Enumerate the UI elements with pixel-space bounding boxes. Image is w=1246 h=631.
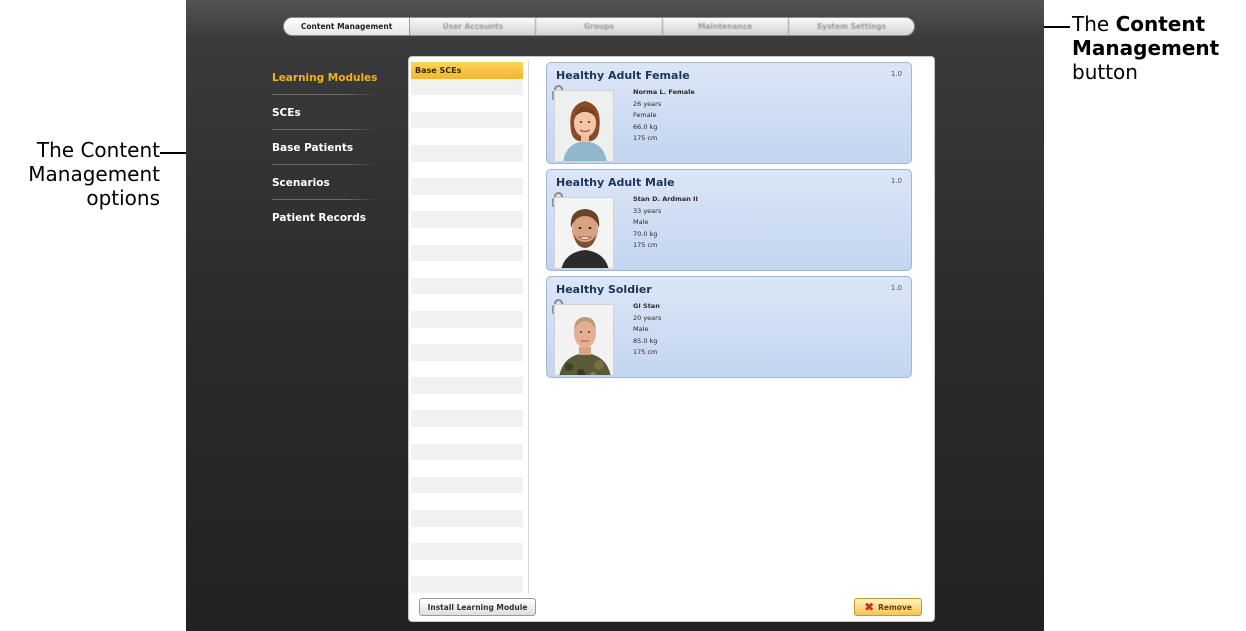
patient-age: 26 years xyxy=(633,99,662,108)
category-list: Base SCEs xyxy=(411,62,523,594)
menu-item-sces[interactable]: SCEs xyxy=(266,95,378,130)
category-empty-row xyxy=(411,360,523,378)
tab-user-accounts[interactable]: User Accounts xyxy=(410,18,537,35)
category-empty-row xyxy=(411,261,523,278)
category-empty-row xyxy=(411,244,523,262)
category-empty-row xyxy=(411,377,523,394)
patient-card-healthy-adult-female[interactable]: Healthy Adult Female 1.0 Norma L. Female… xyxy=(546,62,912,164)
menu-item-learning-modules[interactable]: Learning Modules xyxy=(266,60,378,95)
category-empty-row xyxy=(411,559,523,577)
card-version: 1.0 xyxy=(890,177,902,185)
patient-card-healthy-adult-male[interactable]: Healthy Adult Male 1.0 Stan D. Ardman II… xyxy=(546,169,912,271)
remove-button-label: Remove xyxy=(878,602,912,612)
column-divider xyxy=(528,61,529,594)
category-empty-row xyxy=(411,493,523,511)
remove-button[interactable]: ✖ Remove xyxy=(854,598,922,616)
category-item-base-sces[interactable]: Base SCEs xyxy=(411,62,523,79)
patient-height: 175 cm xyxy=(633,134,658,143)
category-empty-row xyxy=(411,327,523,345)
patient-weight: 66.0 kg xyxy=(633,122,658,131)
tab-content-management[interactable]: Content Management xyxy=(284,18,411,35)
page: The Content Management options The Conte… xyxy=(0,0,1246,631)
annotation-right-suffix: button xyxy=(1072,60,1138,84)
patient-name: Stan D. Ardman II xyxy=(633,195,698,203)
category-empty-row xyxy=(411,161,523,179)
category-empty-row xyxy=(411,460,523,477)
top-nav: Content Management User Accounts Groups … xyxy=(283,17,915,36)
card-title: Healthy Adult Male xyxy=(556,176,675,189)
patient-sex: Male xyxy=(633,325,649,334)
male-portrait xyxy=(554,197,614,269)
patient-sex: Male xyxy=(633,218,649,227)
category-empty-row xyxy=(411,111,523,129)
menu-item-base-patients[interactable]: Base Patients xyxy=(266,130,378,165)
tab-system-settings[interactable]: System Settings xyxy=(789,18,914,35)
category-empty-row xyxy=(411,277,523,295)
patient-height: 175 cm xyxy=(633,348,658,357)
category-empty-row xyxy=(411,128,523,145)
category-empty-row xyxy=(411,344,523,361)
patient-age: 20 years xyxy=(633,313,662,322)
patient-card-list: Healthy Adult Female 1.0 Norma L. Female… xyxy=(546,62,912,383)
card-title: Healthy Soldier xyxy=(556,283,652,296)
install-learning-module-button[interactable]: Install Learning Module xyxy=(419,598,536,616)
card-info: GI Stan 20 years Male 85.0 kg 175 cm xyxy=(633,301,661,359)
menu-item-scenarios[interactable]: Scenarios xyxy=(266,165,378,200)
category-empty-row xyxy=(411,510,523,527)
card-version: 1.0 xyxy=(890,70,902,78)
category-empty-row xyxy=(411,194,523,212)
category-empty-row xyxy=(411,410,523,428)
category-empty-row xyxy=(411,227,523,245)
annotation-content-management-options: The Content Management options xyxy=(28,138,160,210)
patient-height: 175 cm xyxy=(633,241,658,250)
annotation-content-management-button: The Content Management button xyxy=(1072,12,1244,84)
category-empty-row xyxy=(411,144,523,162)
patient-name: GI Stan xyxy=(633,302,660,310)
content-management-menu: Learning Modules SCEs Base Patients Scen… xyxy=(266,60,378,235)
tab-groups[interactable]: Groups xyxy=(536,18,663,35)
patient-sex: Female xyxy=(633,111,657,120)
category-empty-row xyxy=(411,211,523,228)
category-empty-row xyxy=(411,310,523,328)
category-empty-row xyxy=(411,393,523,411)
patient-card-healthy-soldier[interactable]: Healthy Soldier 1.0 GI Stan 20 years Mal… xyxy=(546,276,912,378)
patient-name: Norma L. Female xyxy=(633,88,695,96)
category-empty-row xyxy=(411,294,523,311)
category-empty-row xyxy=(411,78,523,96)
category-empty-row xyxy=(411,95,523,112)
category-empty-row xyxy=(411,443,523,461)
card-info: Stan D. Ardman II 33 years Male 70.0 kg … xyxy=(633,194,698,252)
card-title: Healthy Adult Female xyxy=(556,69,690,82)
content-panel: Base SCEs Healthy Adult Female 1.0 Norma… xyxy=(408,56,935,622)
category-empty-row xyxy=(411,576,523,593)
annotation-right-prefix: The xyxy=(1072,12,1116,36)
card-info: Norma L. Female 26 years Female 66.0 kg … xyxy=(633,87,695,145)
category-empty-row xyxy=(411,476,523,494)
category-empty-row xyxy=(411,526,523,544)
patient-weight: 85.0 kg xyxy=(633,336,658,345)
card-version: 1.0 xyxy=(890,284,902,292)
category-empty-row xyxy=(411,178,523,195)
category-empty-row xyxy=(411,543,523,560)
female-portrait xyxy=(554,90,614,162)
category-empty-row xyxy=(411,427,523,444)
soldier-portrait xyxy=(554,304,614,376)
tab-maintenance[interactable]: Maintenance xyxy=(663,18,789,35)
app-window: Content Management User Accounts Groups … xyxy=(186,0,1044,631)
patient-age: 33 years xyxy=(633,206,662,215)
patient-weight: 70.0 kg xyxy=(633,229,658,238)
menu-item-patient-records[interactable]: Patient Records xyxy=(266,200,378,235)
x-icon: ✖ xyxy=(864,600,875,614)
